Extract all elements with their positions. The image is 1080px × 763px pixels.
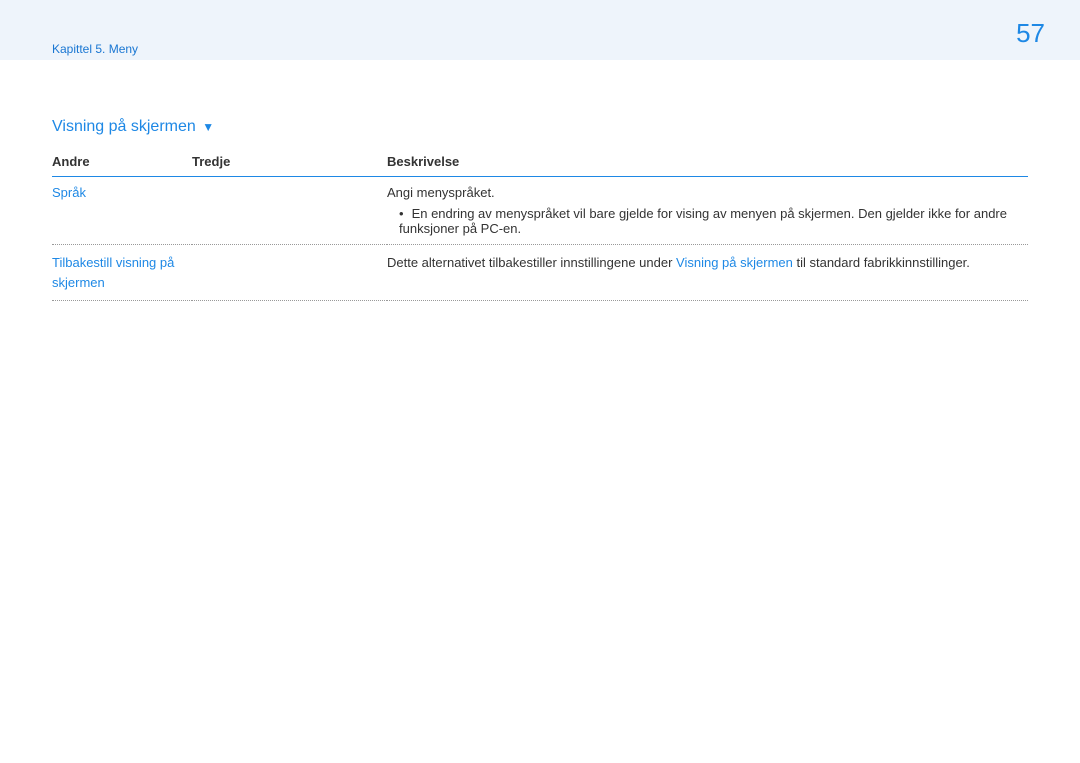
cell-tredje-1 xyxy=(192,177,387,245)
cell-beskrivelse-1: Angi menyspråket. En endring av menysprå… xyxy=(387,177,1028,245)
andre-line2: skjermen xyxy=(52,275,105,290)
cell-andre-tilbakestill: Tilbakestill visning på skjermen xyxy=(52,245,192,301)
header-beskrivelse: Beskrivelse xyxy=(387,148,1028,177)
desc-bullet-1: En endring av menyspråket vil bare gjeld… xyxy=(399,206,1028,236)
desc-text-1: Angi menyspråket. xyxy=(387,185,495,200)
table-row: Språk Angi menyspråket. En endring av me… xyxy=(52,177,1028,245)
desc-link: Visning på skjermen xyxy=(676,255,793,270)
cell-andre-sprak: Språk xyxy=(52,177,192,245)
cell-tredje-2 xyxy=(192,245,387,301)
cell-beskrivelse-2: Dette alternativet tilbakestiller innsti… xyxy=(387,245,1028,301)
desc-part1: Dette alternativet tilbakestiller innsti… xyxy=(387,255,676,270)
table-row: Tilbakestill visning på skjermen Dette a… xyxy=(52,245,1028,301)
table-header-row: Andre Tredje Beskrivelse xyxy=(52,148,1028,177)
section-title-arrow-icon: ▼ xyxy=(202,120,214,134)
header-band: Kapittel 5. Meny 57 xyxy=(0,0,1080,60)
settings-table: Andre Tredje Beskrivelse Språk Angi meny… xyxy=(52,148,1028,301)
section-title-text: Visning på skjermen xyxy=(52,118,196,135)
header-tredje: Tredje xyxy=(192,148,387,177)
breadcrumb: Kapittel 5. Meny xyxy=(52,42,138,56)
section-title: Visning på skjermen ▼ xyxy=(52,118,1028,136)
page-number: 57 xyxy=(1016,18,1045,49)
andre-line1: Tilbakestill visning på xyxy=(52,255,174,270)
desc-part2: til standard fabrikkinnstillinger. xyxy=(793,255,970,270)
content-area: Visning på skjermen ▼ Andre Tredje Beskr… xyxy=(0,60,1080,301)
header-andre: Andre xyxy=(52,148,192,177)
